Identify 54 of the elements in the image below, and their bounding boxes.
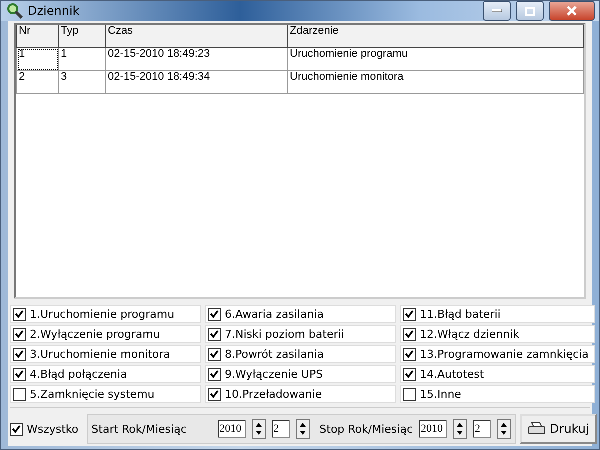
year-field[interactable]: 2010: [419, 420, 448, 438]
month-field[interactable]: 2: [473, 420, 492, 438]
checkbox[interactable]: [403, 328, 416, 340]
table-cell: Uruchomienie programu: [288, 48, 584, 70]
column-header[interactable]: Typ: [58, 25, 106, 48]
checkbox[interactable]: [10, 422, 23, 436]
checkbox[interactable]: [403, 308, 416, 320]
window-title: Dziennik: [28, 4, 81, 18]
table-cell: 2: [16, 70, 58, 94]
checkbox[interactable]: [208, 328, 221, 340]
table-cell: 1: [16, 48, 58, 70]
stop-label: Stop Rok/Miesiąc: [320, 422, 414, 436]
spin-button[interactable]: [296, 419, 310, 439]
printer-icon: [528, 422, 546, 436]
checkbox[interactable]: [13, 388, 26, 400]
maximize-icon: [525, 6, 535, 16]
up-down-arrows-icon: [456, 422, 464, 436]
checkbox[interactable]: [403, 348, 416, 360]
checkbox[interactable]: [208, 388, 221, 400]
table-cell: 3: [58, 70, 106, 94]
checkbox[interactable]: [403, 368, 416, 380]
checkbox[interactable]: [13, 348, 26, 360]
close-icon: [567, 6, 577, 16]
up-down-arrows-icon: [298, 422, 307, 436]
checkbox[interactable]: [208, 368, 221, 380]
column-header[interactable]: Zdarzenie: [288, 25, 584, 48]
checkbox[interactable]: [403, 388, 416, 400]
checkbox[interactable]: [13, 368, 26, 380]
checkbox-label[interactable]: Wszystko: [27, 422, 79, 436]
checkbox[interactable]: [208, 308, 221, 320]
maximize-button[interactable]: [516, 1, 544, 21]
table-cell: 1: [58, 48, 106, 70]
spin-button[interactable]: [497, 419, 512, 439]
checkbox-label[interactable]: 15.Inne: [420, 388, 462, 400]
table-cell: 02-15-2010 18:49:23: [106, 48, 288, 70]
magnifier-icon: [7, 3, 23, 19]
minimize-button[interactable]: [483, 1, 511, 21]
column-header[interactable]: Czas: [106, 25, 288, 48]
up-down-arrows-icon: [500, 422, 508, 436]
minimize-icon: [492, 9, 502, 13]
print-button[interactable]: Drukuj: [520, 414, 598, 444]
year-field[interactable]: 2010: [218, 420, 246, 438]
checkbox[interactable]: [208, 348, 221, 360]
close-button[interactable]: [549, 1, 595, 21]
table-cell: Uruchomienie monitora: [288, 70, 584, 94]
table-cell: 02-15-2010 18:49:34: [106, 70, 288, 94]
checkbox[interactable]: [13, 308, 26, 320]
column-header[interactable]: Nr: [16, 25, 58, 48]
checkbox[interactable]: [13, 328, 26, 340]
up-down-arrows-icon: [254, 422, 263, 436]
spin-button[interactable]: [252, 419, 266, 439]
spin-button[interactable]: [453, 419, 468, 439]
start-label: Start Rok/Miesiąc: [92, 422, 188, 436]
month-field[interactable]: 2: [272, 420, 290, 438]
